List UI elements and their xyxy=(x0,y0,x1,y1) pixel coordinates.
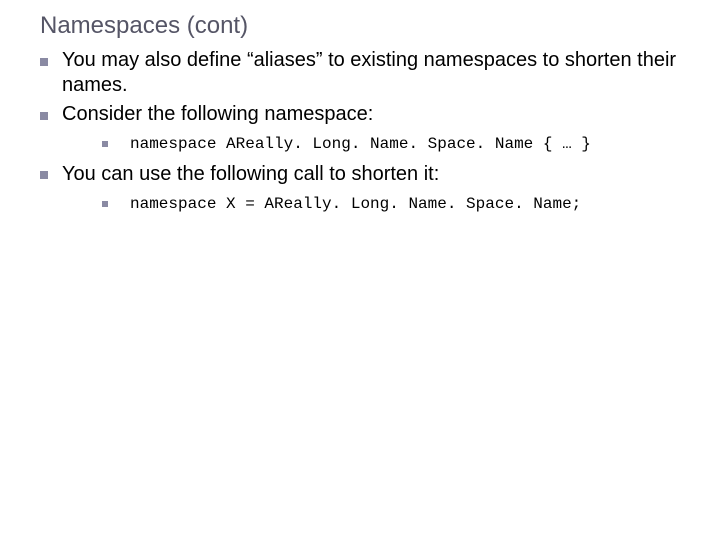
bullet-consider-namespace: Consider the following namespace: namesp… xyxy=(40,102,700,156)
sub-bullet-list: namespace X = AReally. Long. Name. Space… xyxy=(62,193,700,216)
sub-bullet-alias-decl: namespace X = AReally. Long. Name. Space… xyxy=(102,193,700,216)
code-text: namespace AReally. Long. Name. Space. Na… xyxy=(130,135,591,153)
bullet-text: Consider the following namespace: xyxy=(62,103,373,125)
slide-title: Namespaces (cont) xyxy=(40,12,700,40)
code-text: namespace X = AReally. Long. Name. Space… xyxy=(130,195,581,213)
bullet-shorten-call: You can use the following call to shorte… xyxy=(40,162,700,216)
bullet-list: You may also define “aliases” to existin… xyxy=(20,48,700,215)
bullet-text: You may also define “aliases” to existin… xyxy=(62,49,676,96)
bullet-aliases-intro: You may also define “aliases” to existin… xyxy=(40,48,700,98)
slide: Namespaces (cont) You may also define “a… xyxy=(0,0,720,540)
sub-bullet-list: namespace AReally. Long. Name. Space. Na… xyxy=(62,133,700,156)
sub-bullet-namespace-decl: namespace AReally. Long. Name. Space. Na… xyxy=(102,133,700,156)
bullet-text: You can use the following call to shorte… xyxy=(62,163,439,185)
